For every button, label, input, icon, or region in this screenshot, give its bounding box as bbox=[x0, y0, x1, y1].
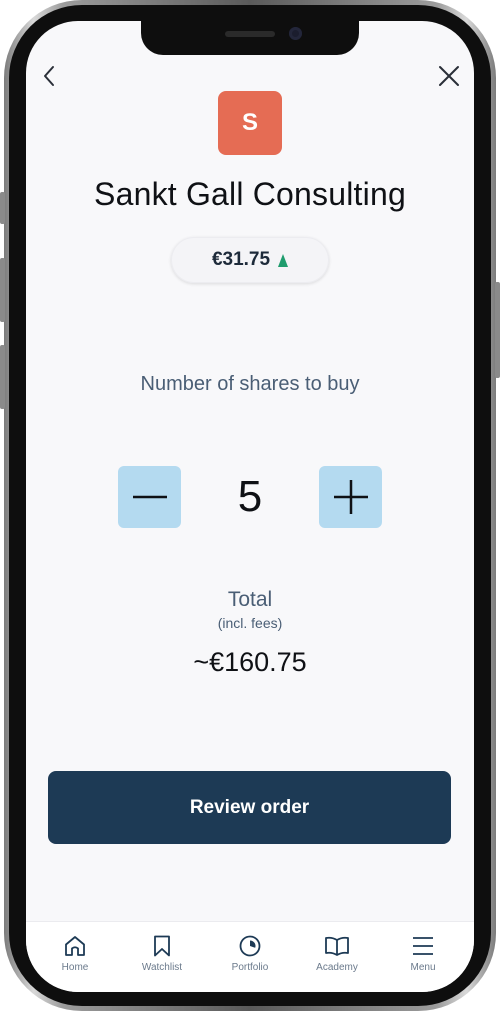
quantity-stepper: 5 bbox=[118, 466, 382, 528]
share-price: €31.75 bbox=[211, 249, 271, 270]
tab-home-label: Home bbox=[61, 962, 89, 973]
tab-academy-label: Academy bbox=[316, 962, 358, 973]
side-button bbox=[0, 258, 5, 322]
review-order-button[interactable]: Review order bbox=[48, 771, 451, 844]
increase-button[interactable] bbox=[319, 466, 382, 528]
company-name: Sankt Gall Consulting bbox=[94, 176, 406, 212]
tab-home[interactable]: Home bbox=[40, 934, 110, 984]
menu-icon bbox=[413, 937, 433, 955]
speaker bbox=[225, 31, 275, 37]
tab-academy[interactable]: Academy bbox=[302, 934, 372, 984]
shares-label: Number of shares to buy bbox=[140, 373, 360, 395]
app-screen: S Sankt Gall Consulting €31.75 Number of… bbox=[26, 21, 474, 992]
total-label: Total bbox=[227, 588, 273, 611]
triangle-up-icon bbox=[278, 253, 289, 267]
bookmark-icon bbox=[154, 935, 170, 957]
bottom-tab-bar: Home Watchlist Portfolio Academy Menu bbox=[26, 921, 474, 992]
close-button[interactable] bbox=[434, 61, 464, 91]
camera bbox=[289, 27, 302, 40]
side-button bbox=[0, 192, 5, 224]
review-order-label: Review order bbox=[189, 796, 310, 818]
tab-menu[interactable]: Menu bbox=[388, 934, 458, 984]
side-button bbox=[0, 345, 5, 409]
decrease-button[interactable] bbox=[118, 466, 181, 528]
close-icon bbox=[439, 66, 459, 86]
home-icon bbox=[65, 936, 85, 956]
chevron-left-icon bbox=[44, 66, 54, 86]
pie-chart-icon bbox=[239, 935, 261, 957]
tab-portfolio[interactable]: Portfolio bbox=[215, 934, 285, 984]
total-value: ~€160.75 bbox=[193, 647, 307, 677]
book-icon bbox=[325, 936, 349, 956]
back-button[interactable] bbox=[34, 61, 64, 91]
tab-watchlist[interactable]: Watchlist bbox=[127, 934, 197, 984]
tab-portfolio-label: Portfolio bbox=[231, 962, 269, 973]
price-badge: €31.75 bbox=[171, 237, 329, 283]
minus-icon bbox=[132, 495, 167, 499]
notch bbox=[141, 21, 359, 55]
quantity-value: 5 bbox=[237, 472, 263, 521]
tab-menu-label: Menu bbox=[410, 962, 436, 973]
side-button bbox=[495, 282, 500, 378]
tab-watchlist-label: Watchlist bbox=[141, 962, 183, 973]
company-logo-letter: S bbox=[241, 109, 258, 136]
total-fees-note: (incl. fees) bbox=[217, 615, 283, 631]
company-logo: S bbox=[218, 91, 282, 155]
plus-icon bbox=[333, 480, 368, 514]
